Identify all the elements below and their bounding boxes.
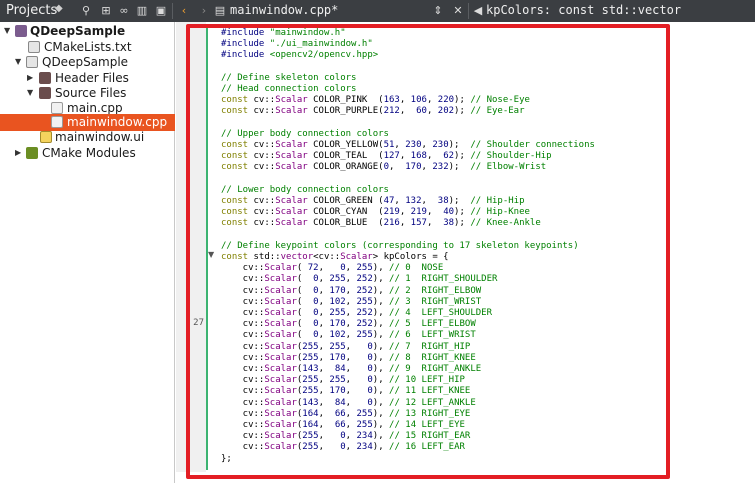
add-icon[interactable]: ⊞: [98, 3, 114, 19]
code-line[interactable]: cv::Scalar(164, 66, 255), // 14 LEFT_EYE: [221, 420, 465, 431]
folder-icon: [39, 72, 51, 84]
code-line[interactable]: cv::Scalar( 72, 0, 255), // 0 NOSE: [221, 263, 444, 274]
code-line[interactable]: const cv::Scalar COLOR_GREEN (47, 132, 3…: [221, 196, 525, 207]
code-line[interactable]: // Head connection colors: [221, 84, 356, 95]
code-line[interactable]: // Upper body connection colors: [221, 129, 389, 140]
tree-item-label: Source Files: [55, 86, 127, 100]
expand-arrow-icon[interactable]: ▶: [15, 148, 21, 157]
filter-icon[interactable]: ⚲: [78, 3, 94, 19]
file-dropdown-icon[interactable]: ⇕: [430, 3, 446, 19]
tree-item-label: Header Files: [55, 71, 129, 85]
code-line[interactable]: const cv::Scalar COLOR_PURPLE(212, 60, 2…: [221, 106, 525, 117]
tree-item-label: mainwindow.cpp: [67, 115, 168, 129]
code-line[interactable]: cv::Scalar(143, 84, 0), // 12 LEFT_ANKLE: [221, 398, 476, 409]
tree-item-cmake-modules[interactable]: ▶ CMake Modules: [0, 145, 175, 162]
collapse-arrow-icon[interactable]: ▼: [27, 88, 33, 97]
code-line[interactable]: // Define keypoint colors (corresponding…: [221, 241, 579, 252]
close-panel-icon[interactable]: ▣: [153, 3, 169, 19]
toolbar-separator: [172, 3, 173, 19]
code-line[interactable]: const cv::Scalar COLOR_PINK (163, 106, 2…: [221, 95, 530, 106]
code-line[interactable]: const cv::Scalar COLOR_BLUE (216, 157, 3…: [221, 218, 541, 229]
code-line[interactable]: const cv::Scalar COLOR_CYAN (219, 219, 4…: [221, 207, 530, 218]
symbol-icon: ◀: [473, 4, 483, 17]
fold-arrow-icon[interactable]: ▼: [208, 250, 214, 259]
code-line[interactable]: cv::Scalar(255, 0, 234), // 15 RIGHT_EAR: [221, 431, 471, 442]
code-line[interactable]: cv::Scalar(255, 0, 234), // 16 LEFT_EAR: [221, 442, 465, 453]
toolbar-separator: [468, 3, 469, 19]
expand-arrow-icon[interactable]: ▶: [27, 73, 33, 82]
code-line[interactable]: const cv::Scalar COLOR_ORANGE(0, 170, 23…: [221, 162, 546, 173]
code-line[interactable]: cv::Scalar(255, 170, 0), // 11 LEFT_KNEE: [221, 386, 471, 397]
forward-arrow-icon[interactable]: ›: [196, 3, 212, 19]
code-line[interactable]: cv::Scalar( 0, 102, 255), // 3 RIGHT_WRI…: [221, 297, 482, 308]
ui-form-icon: [40, 131, 52, 143]
code-line[interactable]: const cv::Scalar COLOR_TEAL (127, 168, 6…: [221, 151, 552, 162]
tree-item-mainwindow-ui[interactable]: mainwindow.ui: [0, 129, 175, 146]
cpp-file-icon: [51, 102, 63, 114]
panel-selector-chevron-icon[interactable]: ◆: [55, 3, 63, 14]
code-line[interactable]: #include "./ui_mainwindow.h": [221, 39, 373, 50]
file-icon: ▤: [214, 4, 226, 17]
cmake-modules-icon: [26, 147, 38, 159]
code-line[interactable]: cv::Scalar( 0, 170, 252), // 2 RIGHT_ELB…: [221, 286, 482, 297]
tree-item-label: mainwindow.ui: [55, 130, 145, 144]
modified-lines-marker: [206, 24, 208, 470]
code-line[interactable]: #include <opencv2/opencv.hpp>: [221, 50, 378, 61]
current-line-number: 27: [193, 318, 204, 328]
code-line[interactable]: cv::Scalar( 0, 170, 252), // 5 LEFT_ELBO…: [221, 319, 476, 330]
symbol-selector[interactable]: kpColors: const std::vector: [486, 3, 681, 17]
tree-item-label: CMake Modules: [42, 146, 136, 160]
collapse-arrow-icon[interactable]: ▼: [4, 26, 10, 35]
project-icon: [15, 25, 27, 37]
tree-item-qdeepsample-project[interactable]: ▼ QDeepSample: [0, 23, 175, 40]
code-line[interactable]: cv::Scalar( 0, 255, 252), // 1 RIGHT_SHO…: [221, 274, 498, 285]
projects-panel-title[interactable]: Projects: [6, 3, 57, 18]
tree-item-label: CMakeLists.txt: [44, 40, 132, 54]
cpp-file-icon: [51, 116, 63, 128]
code-line[interactable]: // Define skeleton colors: [221, 73, 356, 84]
build-target-icon: [26, 56, 38, 68]
code-line[interactable]: cv::Scalar(255, 170, 0), // 8 RIGHT_KNEE: [221, 353, 476, 364]
code-line[interactable]: const cv::Scalar COLOR_YELLOW(51, 230, 2…: [221, 140, 595, 151]
collapse-arrow-icon[interactable]: ▼: [15, 57, 21, 66]
close-file-icon[interactable]: ✕: [450, 3, 466, 19]
split-icon[interactable]: ▥: [134, 3, 150, 19]
code-line[interactable]: cv::Scalar(255, 255, 0), // 7 RIGHT_HIP: [221, 342, 471, 353]
code-line[interactable]: cv::Scalar(164, 66, 255), // 13 RIGHT_EY…: [221, 409, 471, 420]
code-line[interactable]: #include "mainwindow.h": [221, 28, 346, 39]
code-line[interactable]: // Lower body connection colors: [221, 185, 389, 196]
code-line[interactable]: cv::Scalar(255, 255, 0), // 10 LEFT_HIP: [221, 375, 465, 386]
editor-file-tab[interactable]: mainwindow.cpp*: [230, 3, 338, 17]
tree-item-label: QDeepSample: [30, 24, 126, 38]
link-icon[interactable]: ∞: [116, 3, 132, 19]
code-line[interactable]: };: [221, 454, 232, 465]
code-line[interactable]: cv::Scalar( 0, 102, 255), // 6 LEFT_WRIS…: [221, 330, 476, 341]
tree-item-qdeepsample-target[interactable]: ▼ QDeepSample: [0, 54, 175, 71]
back-arrow-icon[interactable]: ‹: [176, 3, 192, 19]
tree-item-label: QDeepSample: [42, 55, 129, 69]
code-line[interactable]: cv::Scalar(143, 84, 0), // 9 RIGHT_ANKLE: [221, 364, 482, 375]
line-number-gutter: [176, 22, 206, 472]
code-line[interactable]: cv::Scalar( 0, 255, 252), // 4 LEFT_SHOU…: [221, 308, 492, 319]
cmake-file-icon: [28, 41, 40, 53]
top-toolbar: Projects ◆ ⚲ ⊞ ∞ ▥ ▣ ‹ › ▤ mainwindow.cp…: [0, 0, 755, 22]
folder-icon: [39, 87, 51, 99]
code-line[interactable]: const std::vector<cv::Scalar> kpColors =…: [221, 252, 449, 263]
tree-item-label: main.cpp: [67, 101, 123, 115]
